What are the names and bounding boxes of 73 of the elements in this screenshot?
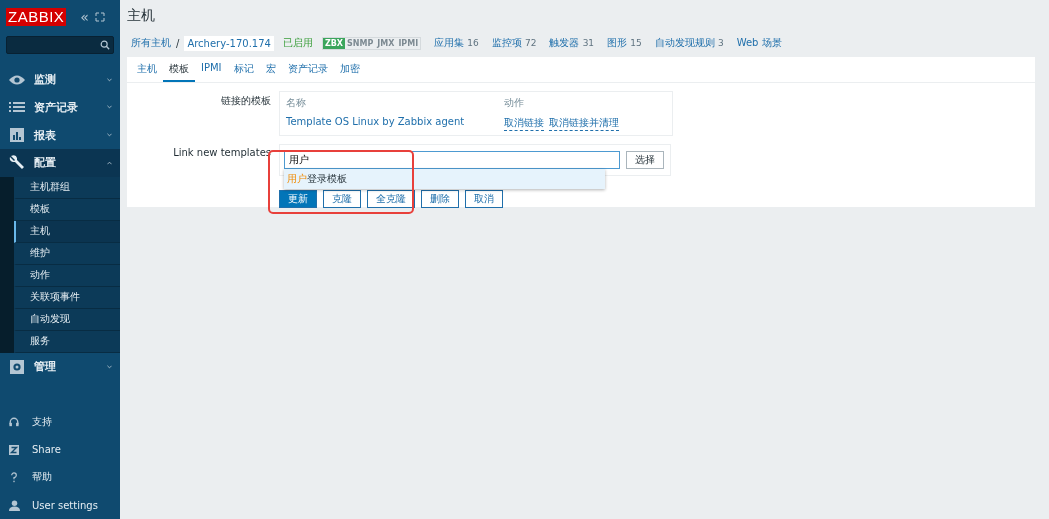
breadcrumb-link[interactable]: 触发器 31 [549,36,595,50]
tab[interactable]: 主机 [131,57,163,82]
menu-item[interactable]: 报表 [0,121,120,149]
action-link[interactable]: 取消链接并清理 [549,116,619,131]
submenu-item[interactable]: 关联项事件 [14,286,120,309]
breadcrumb-link[interactable]: 自动发现规则 3 [654,36,724,50]
tab[interactable]: 模板 [163,57,195,82]
eye-icon [8,73,26,86]
search-icon [100,39,110,50]
breadcrumb-link[interactable]: 应用集 16 [434,36,479,50]
user-icon [8,499,20,511]
field-label: Link new templates [172,146,271,160]
suggestion-item[interactable]: 用户登录模板 [284,169,605,189]
submenu-item[interactable]: 维护 [14,242,120,265]
gear-icon [10,359,24,374]
select-button[interactable]: 选择 [626,151,664,169]
footer-link[interactable]: 支持 [0,408,120,436]
help-icon [10,471,18,483]
breadcrumb-link[interactable]: 图形 15 [607,36,642,50]
template-input[interactable]: 用户 [284,151,620,169]
availability-label: IPMI [397,37,420,49]
form-button[interactable]: 删除 [421,190,459,208]
submenu-item[interactable]: 动作 [14,264,120,287]
wrench-icon [9,154,25,171]
form-button[interactable]: 取消 [465,190,503,208]
breadcrumb-link[interactable]: 所有主机 [131,36,171,50]
search-field[interactable] [6,36,114,54]
headset-icon [9,417,19,427]
menu-item[interactable]: 配置 [0,149,120,177]
column-header: 动作 [504,96,525,110]
submenu-item[interactable]: 自动发现 [14,308,120,331]
breadcrumb-link[interactable]: Archery-170.174 [184,35,274,51]
kiosk-icon[interactable] [94,12,105,22]
submenu-item[interactable]: 模板 [14,198,120,221]
tab[interactable]: 加密 [333,57,366,82]
footer-link[interactable]: Share [0,435,120,464]
template-link[interactable]: Template OS Linux by Zabbix agent [286,116,504,131]
availability-label: SNMP [346,37,375,49]
status-label[interactable]: 已启用 [282,36,313,50]
menu-item[interactable]: 监测 [0,65,120,94]
footer-link[interactable]: User settings [0,491,120,519]
breadcrumb-link[interactable]: 监控项 72 [491,36,537,50]
breadcrumb-separator: / [176,37,180,49]
column-header: 名称 [286,96,307,110]
menu-item[interactable]: 资产记录 [0,93,120,122]
form-button[interactable]: 克隆 [323,190,361,208]
chevron-icon [107,77,112,82]
submenu-item[interactable]: 服务 [14,330,120,353]
tab[interactable]: IPMI [195,57,228,82]
menu-item[interactable]: 管理 [0,352,120,381]
tab[interactable]: 资产记录 [281,57,334,82]
chevron-icon [107,133,112,138]
field-label: 链接的模板 [220,94,271,108]
availability-label: ZBX [322,37,345,49]
submenu-item[interactable]: 主机群组 [14,176,120,199]
tab[interactable]: 标记 [227,57,260,82]
submenu-item[interactable]: 主机 [14,220,120,243]
footer-link[interactable]: 帮助 [0,463,120,492]
collapse-button[interactable]: « [80,10,89,24]
breadcrumb-link[interactable]: Web 场景 [736,36,782,50]
availability-label: JMX [375,37,396,49]
action-link[interactable]: 取消链接 [504,116,544,131]
form-button[interactable]: 更新 [279,190,317,208]
chevron-icon [107,105,112,110]
page-title: 主机 [127,7,156,25]
list-icon [9,101,25,114]
bar-chart-icon [10,128,24,143]
form-button[interactable]: 全克隆 [367,190,415,208]
chevron-icon [107,160,112,165]
share-icon [9,444,19,455]
tab[interactable]: 宏 [259,57,282,82]
logo[interactable]: ZABBIX [6,8,67,26]
chevron-icon [107,364,112,369]
